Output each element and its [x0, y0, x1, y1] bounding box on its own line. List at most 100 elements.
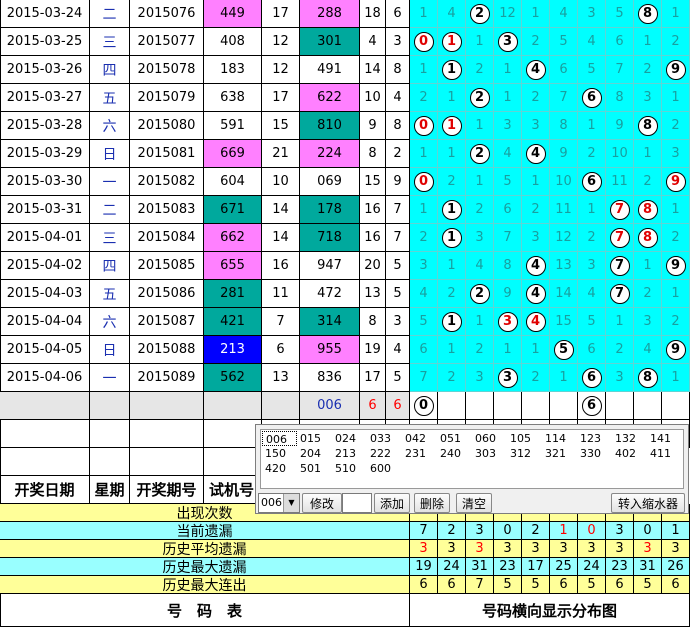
stat-value: 3	[662, 540, 690, 558]
distribution-cell: 6	[578, 168, 606, 196]
distribution-cell: 4	[634, 336, 662, 364]
distribution-cell: 7	[606, 56, 634, 84]
stat-value: 26	[662, 558, 690, 576]
distribution-cell: 7	[494, 224, 522, 252]
header-issue: 开奖期号	[130, 476, 204, 504]
stat-value: 5	[634, 576, 662, 594]
miss-count: 4	[503, 146, 512, 161]
distribution-cell: 1	[662, 280, 690, 308]
distribution-cell: 6	[410, 336, 438, 364]
distribution-cell: 2	[522, 364, 550, 392]
add-button[interactable]: 添加	[374, 493, 410, 513]
date-cell: 2015-04-06	[0, 364, 90, 392]
hit-ball: 3	[497, 311, 518, 332]
miss-count: 6	[615, 34, 624, 49]
number-list-item[interactable]: 213	[332, 446, 367, 461]
distribution-cell: 7	[606, 196, 634, 224]
number-list-item[interactable]: 321	[542, 446, 577, 461]
number-list-item[interactable]: 411	[647, 446, 682, 461]
miss-count: 3	[615, 370, 624, 385]
number-list-item[interactable]: 222	[367, 446, 402, 461]
issue-cell: 2015076	[130, 0, 204, 28]
number-list-item[interactable]: 420	[262, 461, 297, 476]
distribution-cell: 4	[438, 0, 466, 28]
number-list-item[interactable]: 033	[367, 431, 402, 446]
number-list-item[interactable]: 006	[262, 431, 297, 446]
hit-ball: 8	[637, 199, 658, 220]
number-list-item[interactable]: 303	[472, 446, 507, 461]
distribution-cell: 1	[438, 112, 466, 140]
distribution-cell: 4	[550, 0, 578, 28]
number-list-item[interactable]: 312	[507, 446, 542, 461]
number-list-item[interactable]: 042	[402, 431, 437, 446]
distribution-cell: 7	[606, 224, 634, 252]
hit-ball: 6	[581, 367, 602, 388]
clear-button[interactable]: 清空	[456, 493, 492, 513]
distribution-cell: 6	[578, 84, 606, 112]
stat-value: 24	[578, 558, 606, 576]
delete-button[interactable]: 删除	[414, 493, 450, 513]
miss-count: 2	[531, 34, 540, 49]
header-date: 开奖日期	[0, 476, 90, 504]
miss-count: 2	[615, 342, 624, 357]
miss-count: 1	[503, 62, 512, 77]
draw-number-cell: 314	[300, 308, 360, 336]
number-list-item[interactable]: 114	[542, 431, 577, 446]
miss-count: 9	[615, 118, 624, 133]
pending-distribution-cell	[522, 392, 550, 420]
miss-count: 4	[587, 34, 596, 49]
number-input[interactable]	[342, 493, 372, 513]
number-list-item[interactable]: 402	[612, 446, 647, 461]
distribution-cell: 6	[550, 56, 578, 84]
number-list-item[interactable]: 141	[647, 431, 682, 446]
miss-count: 1	[643, 146, 652, 161]
header-trial: 试机号	[204, 476, 260, 504]
sum-cell: 12	[262, 56, 300, 84]
number-list-item[interactable]: 510	[332, 461, 367, 476]
number-list-item[interactable]: 330	[577, 446, 612, 461]
number-list-item[interactable]: 240	[437, 446, 472, 461]
number-list-item[interactable]: 105	[507, 431, 542, 446]
modify-button[interactable]: 修改	[302, 493, 342, 513]
stat-value: 5	[522, 576, 550, 594]
draw-number-cell: 947	[300, 252, 360, 280]
distribution-cell: 2	[410, 84, 438, 112]
number-select[interactable]: 006 ▼	[258, 493, 300, 513]
distribution-cell: 1	[662, 196, 690, 224]
number-list-item[interactable]: 132	[612, 431, 647, 446]
footer-number-table: 号 码 表	[0, 594, 410, 627]
distribution-cell: 5	[578, 308, 606, 336]
chevron-down-icon[interactable]: ▼	[283, 494, 299, 512]
number-list-item[interactable]: 231	[402, 446, 437, 461]
number-list-item[interactable]: 600	[367, 461, 402, 476]
miss-count: 2	[447, 286, 456, 301]
distribution-cell: 3	[662, 140, 690, 168]
number-list-item[interactable]: 150	[262, 446, 297, 461]
sum-cell: 13	[262, 364, 300, 392]
number-list-item[interactable]: 024	[332, 431, 367, 446]
span-cell: 10	[360, 84, 386, 112]
distribution-cell: 2	[634, 168, 662, 196]
draw-number-cell: 810	[300, 112, 360, 140]
number-list-item[interactable]: 204	[297, 446, 332, 461]
miss-count: 2	[671, 118, 680, 133]
miss-count: 2	[671, 34, 680, 49]
number-list-item[interactable]: 015	[297, 431, 332, 446]
pending-distribution-cell	[494, 392, 522, 420]
hit-ball: 8	[637, 115, 658, 136]
number-list-item[interactable]: 123	[577, 431, 612, 446]
distribution-cell: 3	[410, 252, 438, 280]
tail-cell: 3	[386, 28, 410, 56]
number-list-item[interactable]: 501	[297, 461, 332, 476]
distribution-cell: 1	[438, 140, 466, 168]
weekday-cell: 六	[90, 308, 130, 336]
number-list-item[interactable]: 051	[437, 431, 472, 446]
transfer-to-reducer-button[interactable]: 转入缩水器	[611, 493, 685, 513]
distribution-cell: 1	[438, 84, 466, 112]
distribution-cell: 6	[494, 196, 522, 224]
miss-count: 6	[503, 202, 512, 217]
stat-value: 19	[410, 558, 438, 576]
number-list[interactable]: 006 015 024 033 042 051 060 105 114 123 132 141 150 2…	[260, 429, 684, 489]
number-list-item[interactable]: 060	[472, 431, 507, 446]
date-cell: 2015-03-30	[0, 168, 90, 196]
